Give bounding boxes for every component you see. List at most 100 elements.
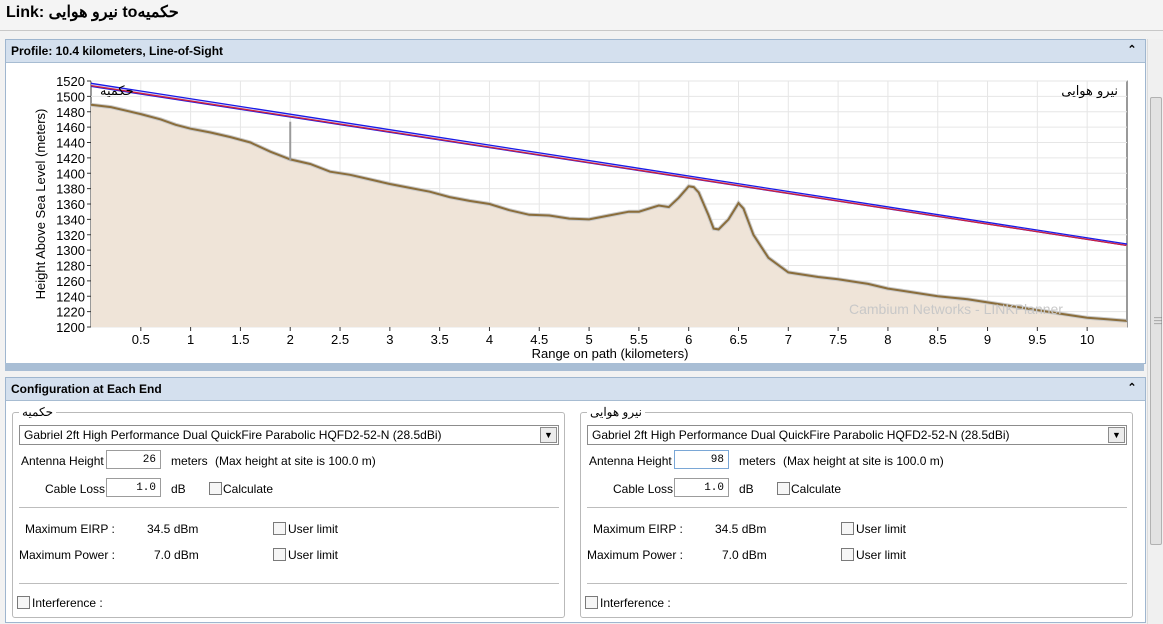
separator (587, 507, 1127, 508)
x-tick-label: 4.5 (530, 332, 548, 347)
end-config-1: نیرو هوایی Gabriel 2ft High Performance … (580, 405, 1133, 618)
antenna-select[interactable]: Gabriel 2ft High Performance Dual QuickF… (19, 425, 559, 445)
config-panel: Configuration at Each End ⌃ حکمیه Gabrie… (5, 377, 1146, 623)
y-tick-label: 1420 (56, 151, 85, 166)
eirp-user-limit-label: User limit (856, 522, 906, 536)
x-tick-label: 3 (386, 332, 393, 347)
antenna-height-input[interactable]: 26 (106, 450, 161, 469)
x-tick-label: 2 (287, 332, 294, 347)
x-tick-label: 9 (984, 332, 991, 347)
y-axis-ticks: 1200122012401260128013001320134013601380… (56, 74, 91, 335)
max-height-note: (Max height at site is 100.0 m) (215, 454, 376, 468)
x-tick-label: 7 (785, 332, 792, 347)
cable-loss-label: Cable Loss : (613, 482, 680, 496)
x-tick-label: 5 (585, 332, 592, 347)
antenna-height-label: Antenna Height : (589, 454, 679, 468)
power-user-limit-checkbox[interactable] (841, 548, 854, 561)
max-eirp-label: Maximum EIRP : (593, 522, 683, 536)
separator (587, 583, 1127, 584)
y-tick-label: 1220 (56, 305, 85, 320)
x-tick-label: 2.5 (331, 332, 349, 347)
x-tick-label: 1 (187, 332, 194, 347)
power-user-limit-label: User limit (288, 548, 338, 562)
eirp-user-limit-checkbox[interactable] (841, 522, 854, 535)
max-eirp-label: Maximum EIRP : (25, 522, 115, 536)
calculate-checkbox[interactable] (209, 482, 222, 495)
y-tick-label: 1260 (56, 274, 85, 289)
cable-loss-input[interactable]: 1.0 (674, 478, 729, 497)
dropdown-arrow-icon[interactable]: ▼ (1108, 427, 1125, 443)
max-eirp-value: 34.5 dBm (715, 522, 767, 536)
cable-loss-input[interactable]: 1.0 (106, 478, 161, 497)
watermark: Cambium Networks - LINKPlanner (849, 301, 1063, 317)
y-tick-label: 1460 (56, 120, 85, 135)
db-label: dB (739, 482, 754, 496)
title-bar: Link: نیرو هوایی toحکمیه (0, 0, 1163, 31)
end-name: حکمیه (19, 405, 57, 419)
y-axis-label: Height Above Sea Level (meters) (33, 109, 48, 300)
interference-label: Interference : (32, 596, 103, 610)
profile-panel-footer (5, 363, 1144, 371)
x-tick-label: 9.5 (1028, 332, 1046, 347)
x-tick-label: 7.5 (829, 332, 847, 347)
y-tick-label: 1440 (56, 136, 85, 151)
x-tick-label: 5.5 (630, 332, 648, 347)
x-tick-label: 10 (1080, 332, 1094, 347)
calculate-checkbox[interactable] (777, 482, 790, 495)
profile-header-title: Profile: 10.4 kilometers, Line-of-Sight (11, 44, 224, 58)
y-tick-label: 1400 (56, 166, 85, 181)
meters-label: meters (739, 454, 776, 468)
config-header[interactable]: Configuration at Each End ⌃ (6, 378, 1145, 401)
max-power-value: 7.0 dBm (722, 548, 767, 562)
profile-header[interactable]: Profile: 10.4 kilometers, Line-of-Sight … (6, 40, 1145, 63)
vertical-scrollbar[interactable]: — — — (1147, 39, 1163, 624)
link-title: Link: نیرو هوایی toحکمیه (6, 4, 179, 21)
x-axis-label: Range on path (kilometers) (532, 346, 689, 361)
grip-icon: — — — (1154, 313, 1162, 328)
eirp-user-limit-label: User limit (288, 522, 338, 536)
x-tick-label: 6.5 (729, 332, 747, 347)
double-chevron-up-icon[interactable]: ⌃ (1125, 381, 1139, 395)
max-power-value: 7.0 dBm (154, 548, 199, 562)
y-tick-label: 1240 (56, 289, 85, 304)
dropdown-arrow-icon[interactable]: ▼ (540, 427, 557, 443)
antenna-select-value: Gabriel 2ft High Performance Dual QuickF… (592, 428, 1010, 442)
right-site-label: نیرو هوایی (1061, 84, 1118, 99)
interference-label: Interference : (600, 596, 671, 610)
x-tick-label: 8 (884, 332, 891, 347)
calculate-label: Calculate (791, 482, 842, 496)
power-user-limit-label: User limit (856, 548, 906, 562)
cable-loss-label: Cable Loss : (45, 482, 112, 496)
meters-label: meters (171, 454, 208, 468)
max-height-note: (Max height at site is 100.0 m) (783, 454, 944, 468)
y-tick-label: 1300 (56, 243, 85, 258)
antenna-height-input[interactable]: 98 (674, 450, 729, 469)
profile-chart: 1200122012401260128013001320134013601380… (33, 74, 1128, 361)
interference-checkbox[interactable] (585, 596, 598, 609)
y-tick-label: 1360 (56, 197, 85, 212)
x-tick-label: 0.5 (132, 332, 150, 347)
separator (19, 583, 559, 584)
left-site-label: حکمیه (100, 84, 134, 99)
x-tick-label: 8.5 (929, 332, 947, 347)
scroll-thumb[interactable]: — — — (1150, 97, 1162, 545)
max-power-label: Maximum Power : (19, 548, 116, 562)
x-tick-label: 1.5 (231, 332, 249, 347)
y-tick-label: 1480 (56, 105, 85, 120)
y-tick-label: 1380 (56, 182, 85, 197)
y-tick-label: 1280 (56, 259, 85, 274)
y-tick-label: 1200 (56, 320, 85, 335)
calculate-label: Calculate (223, 482, 274, 496)
y-tick-label: 1500 (56, 89, 85, 104)
eirp-user-limit-checkbox[interactable] (273, 522, 286, 535)
antenna-height-label: Antenna Height : (21, 454, 111, 468)
max-eirp-value: 34.5 dBm (147, 522, 199, 536)
max-power-label: Maximum Power : (587, 548, 684, 562)
x-tick-label: 6 (685, 332, 692, 347)
power-user-limit-checkbox[interactable] (273, 548, 286, 561)
x-tick-label: 3.5 (431, 332, 449, 347)
separator (19, 507, 559, 508)
interference-checkbox[interactable] (17, 596, 30, 609)
antenna-select[interactable]: Gabriel 2ft High Performance Dual QuickF… (587, 425, 1127, 445)
double-chevron-up-icon[interactable]: ⌃ (1125, 43, 1139, 57)
